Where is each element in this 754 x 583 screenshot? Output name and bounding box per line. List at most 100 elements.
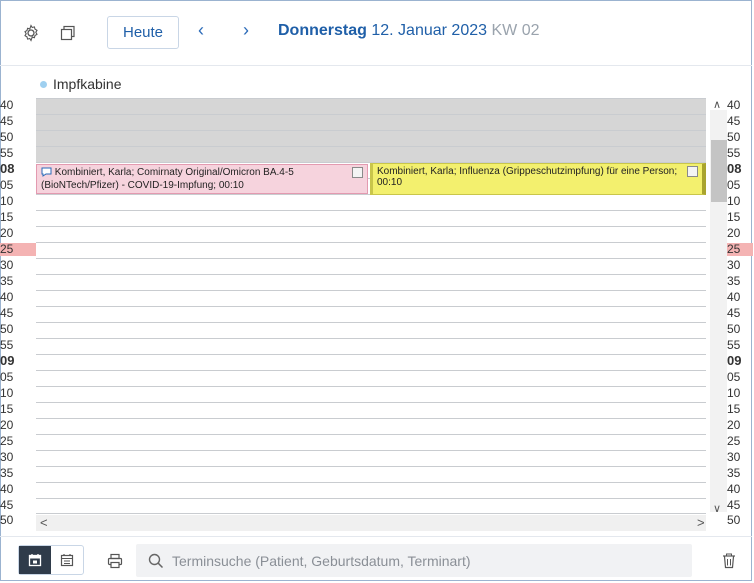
trash-icon[interactable] <box>718 550 740 572</box>
current-date: Donnerstag 12. Januar 2023 KW 02 <box>278 22 539 40</box>
time-label: 35 <box>0 465 14 480</box>
time-slot-row[interactable] <box>36 417 706 434</box>
footer-divider <box>0 536 752 537</box>
calendar-grid[interactable] <box>36 98 706 515</box>
time-label: 35 <box>727 465 741 480</box>
time-slot-row[interactable] <box>36 225 706 242</box>
time-slot-row[interactable] <box>36 145 706 162</box>
calendar-week-icon[interactable] <box>51 546 83 574</box>
scrollbar-thumb[interactable] <box>711 140 727 202</box>
toolbar-divider <box>0 65 752 66</box>
time-label: 08 <box>0 160 15 176</box>
time-label: 45 <box>727 497 741 512</box>
time-label: 50 <box>727 321 741 336</box>
chevron-right-icon[interactable]: › <box>243 20 249 41</box>
time-slot-row[interactable] <box>36 289 706 306</box>
time-label: 10 <box>727 385 741 400</box>
time-slot-row[interactable] <box>36 98 706 114</box>
scroll-down-icon[interactable]: ∨ <box>713 502 721 515</box>
resource-name: Impfkabine <box>53 76 122 92</box>
time-label: 45 <box>0 497 14 512</box>
time-label: 45 <box>0 305 14 320</box>
time-slot-row[interactable] <box>36 481 706 498</box>
scroll-right-icon[interactable]: > <box>697 515 705 530</box>
time-label: 50 <box>727 513 741 528</box>
gear-icon[interactable] <box>20 22 42 44</box>
today-button[interactable]: Heute <box>107 16 179 49</box>
time-slot-row[interactable] <box>36 209 706 226</box>
scroll-left-icon[interactable]: < <box>40 515 48 530</box>
search-input[interactable] <box>170 551 692 570</box>
appointment-search[interactable] <box>136 544 692 577</box>
time-label: 55 <box>0 145 14 160</box>
time-label: 30 <box>0 449 14 464</box>
time-label: 20 <box>727 225 741 240</box>
time-label: 45 <box>727 113 741 128</box>
time-label: 50 <box>727 129 741 144</box>
time-label: 40 <box>0 289 14 304</box>
time-label: 40 <box>727 481 741 496</box>
time-slot-row[interactable] <box>36 305 706 322</box>
time-slot-row[interactable] <box>36 257 706 274</box>
time-slot-row[interactable] <box>36 449 706 466</box>
time-label: 10 <box>727 193 741 208</box>
time-label: 05 <box>0 369 14 384</box>
time-slot-row[interactable] <box>36 401 706 418</box>
appointment-checkbox[interactable] <box>352 167 363 178</box>
appointment-checkbox[interactable] <box>687 166 698 177</box>
time-slot-row[interactable] <box>36 337 706 354</box>
time-label: 30 <box>0 257 14 272</box>
time-label: 55 <box>727 337 741 352</box>
week-number: KW 02 <box>491 22 540 39</box>
time-label: 40 <box>727 98 741 112</box>
time-label: 45 <box>727 305 741 320</box>
speech-bubble-icon <box>41 167 52 180</box>
time-label: 05 <box>727 369 741 384</box>
time-slot-row[interactable] <box>36 193 706 210</box>
weekday-label: Donnerstag <box>278 22 367 39</box>
time-slot-row[interactable] <box>36 241 706 258</box>
time-label: 20 <box>0 225 14 240</box>
time-label: 09 <box>0 352 15 368</box>
search-icon <box>148 553 164 569</box>
time-label: 25 <box>727 433 741 448</box>
time-label: 25 <box>0 433 14 448</box>
time-label: 15 <box>727 401 741 416</box>
time-label: 40 <box>727 289 741 304</box>
printer-icon[interactable] <box>104 550 126 572</box>
time-slot-row[interactable] <box>36 321 706 338</box>
time-slot-row[interactable] <box>36 369 706 386</box>
time-slot-row[interactable] <box>36 113 706 130</box>
resource-color-dot <box>40 80 47 88</box>
chevron-left-icon[interactable]: ‹ <box>198 20 204 41</box>
time-label: 08 <box>727 160 742 176</box>
time-label: 20 <box>727 417 741 432</box>
time-slot-row[interactable] <box>36 465 706 482</box>
time-label: 50 <box>0 513 14 528</box>
resource-header: Impfkabine <box>40 76 121 92</box>
time-slot-row[interactable] <box>36 129 706 146</box>
view-switcher[interactable] <box>18 545 84 575</box>
time-slot-row[interactable] <box>36 497 706 514</box>
time-label: 50 <box>0 129 14 144</box>
time-label: 50 <box>0 321 14 336</box>
time-label: 55 <box>0 337 14 352</box>
time-label: 20 <box>0 417 14 432</box>
appointment-influenza-vaccination[interactable]: Kombiniert, Karla; Influenza (Grippeschu… <box>370 163 706 195</box>
appointment-covid-vaccination[interactable]: Kombiniert, Karla; Comirnaty Original/Om… <box>36 164 368 194</box>
time-label: 25 <box>0 242 36 256</box>
horizontal-scrollbar[interactable] <box>36 515 706 531</box>
calendar-day-icon[interactable] <box>19 546 51 574</box>
time-slot-row[interactable] <box>36 273 706 290</box>
scroll-up-icon[interactable]: ∧ <box>713 98 721 111</box>
copy-icon[interactable] <box>57 22 79 44</box>
time-label: 45 <box>0 113 14 128</box>
time-slot-row[interactable] <box>36 353 706 370</box>
time-slot-row[interactable] <box>36 433 706 450</box>
time-label: 55 <box>727 145 741 160</box>
time-label: 40 <box>0 98 14 112</box>
appointment-text: Kombiniert, Karla; Comirnaty Original/Om… <box>41 167 294 191</box>
time-label: 10 <box>0 193 14 208</box>
time-label: 35 <box>0 273 14 288</box>
time-slot-row[interactable] <box>36 385 706 402</box>
